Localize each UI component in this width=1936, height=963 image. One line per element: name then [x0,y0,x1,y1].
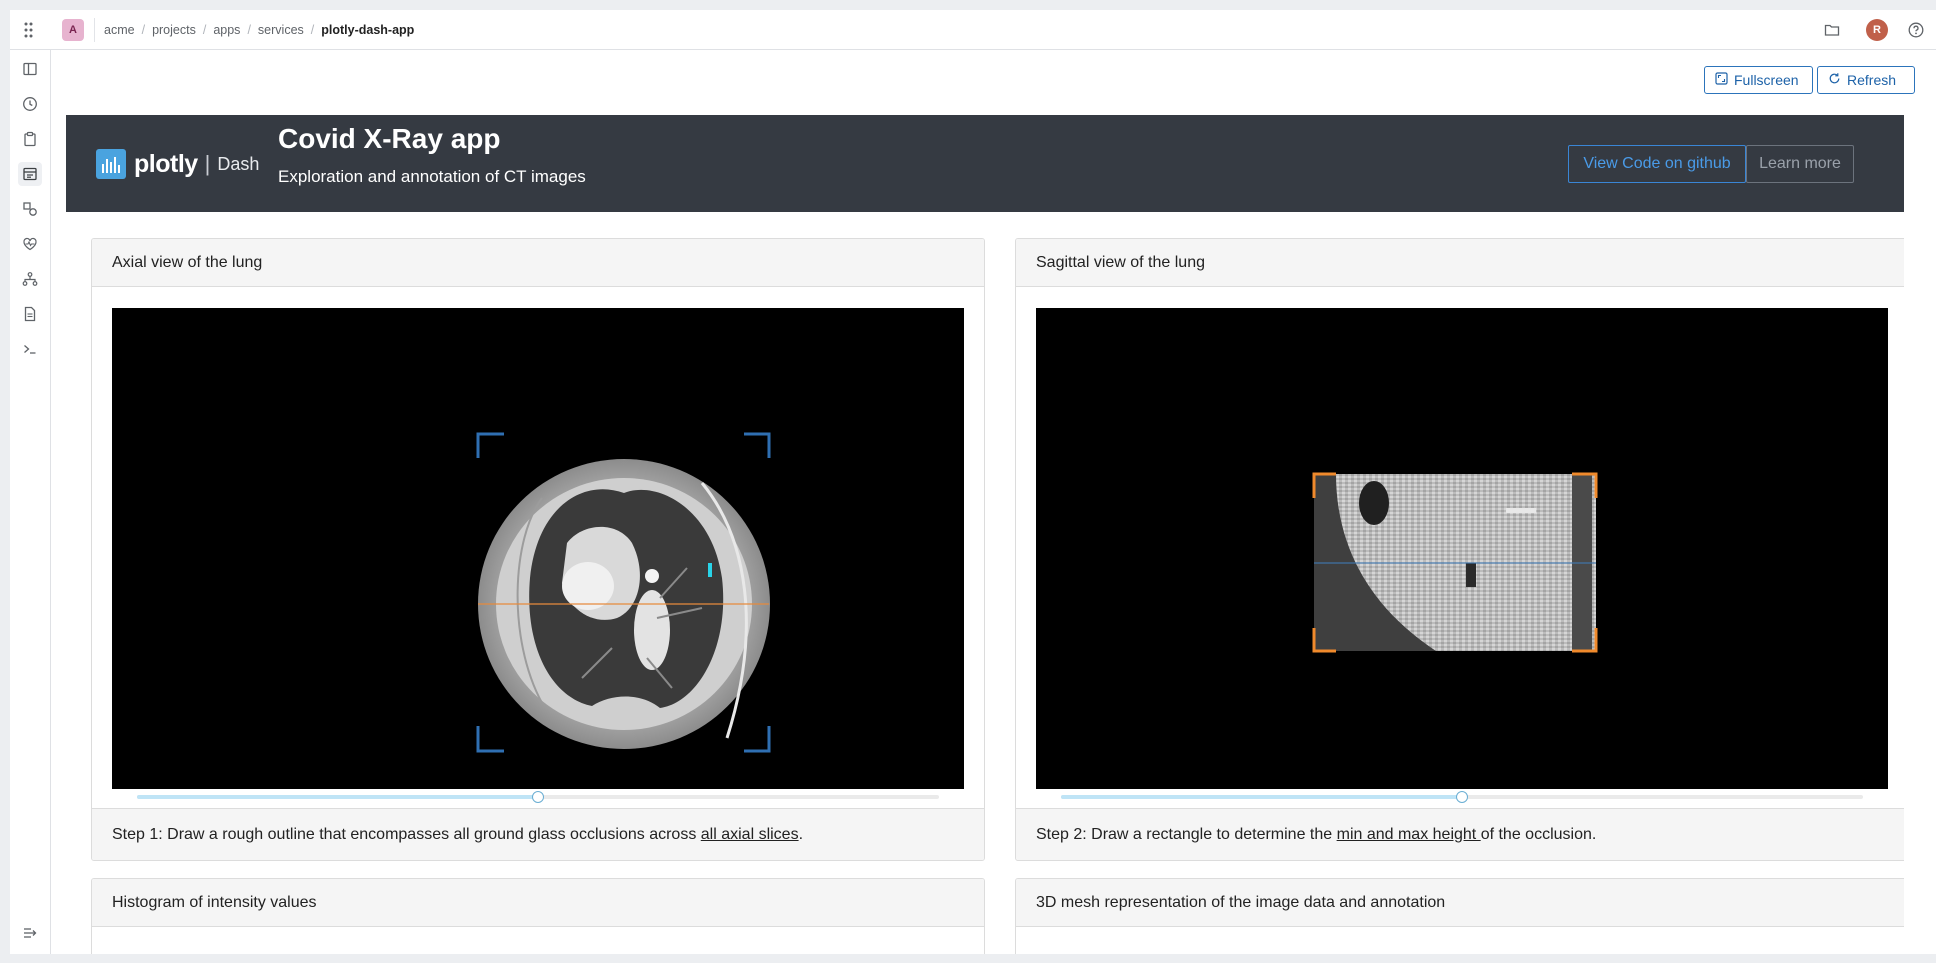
slider-handle[interactable] [532,791,544,803]
breadcrumb-separator: / [247,23,251,37]
axial-card-header: Axial view of the lung [92,239,984,287]
terminal-icon[interactable] [18,337,42,361]
avatar[interactable]: R [1866,19,1888,41]
page-title: Covid X-Ray app [278,123,501,154]
refresh-button[interactable]: Refresh [1817,66,1915,94]
step1-text-start: Step 1: Draw a rough outline that encomp… [112,825,701,843]
collapse-icon[interactable] [18,921,42,945]
slider-handle[interactable] [1456,791,1468,803]
app-switcher-icon[interactable] [21,21,39,39]
clipboard-icon[interactable] [18,127,42,151]
shapes-icon[interactable] [18,197,42,221]
axial-slice-slider[interactable] [137,791,939,803]
learn-more-button[interactable]: Learn more [1746,145,1854,183]
plotly-logo-icon [96,149,126,179]
help-icon[interactable] [1906,20,1926,40]
fullscreen-icon [1715,72,1728,88]
mesh-card-header: 3D mesh representation of the image data… [1016,879,1904,927]
step2-text-end: of the occlusion. [1480,825,1597,843]
slider-fill [1061,795,1462,799]
step2-text: Step 2: Draw a rectangle to determine th… [1036,826,1596,844]
sagittal-plot[interactable] [1036,308,1888,789]
refresh-icon [1828,72,1841,88]
app-banner: plotly | Dash Covid X-Ray app Exploratio… [66,115,1904,212]
org-badge[interactable]: A [62,19,84,41]
hierarchy-icon[interactable] [18,267,42,291]
breadcrumb-separator: / [202,23,207,37]
logo-separator: | [204,151,211,176]
dash-app: plotly | Dash Covid X-Ray app Exploratio… [66,115,1904,954]
breadcrumb-separator: / [310,23,315,37]
page-subtitle: Exploration and annotation of CT images [278,167,586,186]
logo-subtext: Dash [217,153,260,174]
folder-icon[interactable] [1822,20,1842,40]
left-rail [10,50,51,954]
histogram-card-header: Histogram of intensity values [92,879,984,927]
breadcrumb-item[interactable]: projects [152,23,196,37]
axial-card: Axial view of the lung Step 1: Draw a ro… [91,238,985,861]
breadcrumb-item[interactable]: apps [213,23,240,37]
breadcrumb: acme / projects / apps / services / plot… [104,10,414,50]
book-icon[interactable] [18,57,42,81]
step1-link-text: all axial slices [700,825,799,843]
axial-plot[interactable] [112,308,964,789]
breadcrumb-separator: / [141,23,146,37]
step2-link-text: min and max height [1336,825,1481,843]
step2-text-start: Step 2: Draw a rectangle to determine th… [1036,825,1337,843]
mesh-card: 3D mesh representation of the image data… [1015,878,1904,954]
logo-text: plotly [134,149,198,178]
plotly-dash-logo[interactable]: plotly | Dash [96,149,259,179]
refresh-label: Refresh [1847,72,1897,88]
sagittal-card: Sagittal view of the lung Step 2: Draw a… [1015,238,1904,861]
app-frame: A acme / projects / apps / services / pl… [10,10,1936,954]
heartbeat-icon[interactable] [18,232,42,256]
sagittal-card-footer: Step 2: Draw a rectangle to determine th… [1016,808,1904,860]
breadcrumb-item[interactable]: acme [104,23,135,37]
breadcrumb-item[interactable]: services [258,23,304,37]
clock-icon[interactable] [18,92,42,116]
sagittal-slice-slider[interactable] [1061,791,1863,803]
top-bar: A acme / projects / apps / services / pl… [10,10,1936,50]
step1-text-end: . [798,825,804,843]
dashboard-icon[interactable] [18,162,42,186]
view-code-button[interactable]: View Code on github [1568,145,1746,183]
histogram-card: Histogram of intensity values [91,878,985,954]
step1-text: Step 1: Draw a rough outline that encomp… [112,826,803,844]
axial-card-footer: Step 1: Draw a rough outline that encomp… [92,808,984,860]
slider-fill [137,795,538,799]
fullscreen-button[interactable]: Fullscreen [1704,66,1813,94]
sagittal-card-header: Sagittal view of the lung [1016,239,1904,287]
document-icon[interactable] [18,302,42,326]
fullscreen-label: Fullscreen [1734,72,1799,88]
divider [94,18,95,42]
breadcrumb-current: plotly-dash-app [321,23,415,37]
